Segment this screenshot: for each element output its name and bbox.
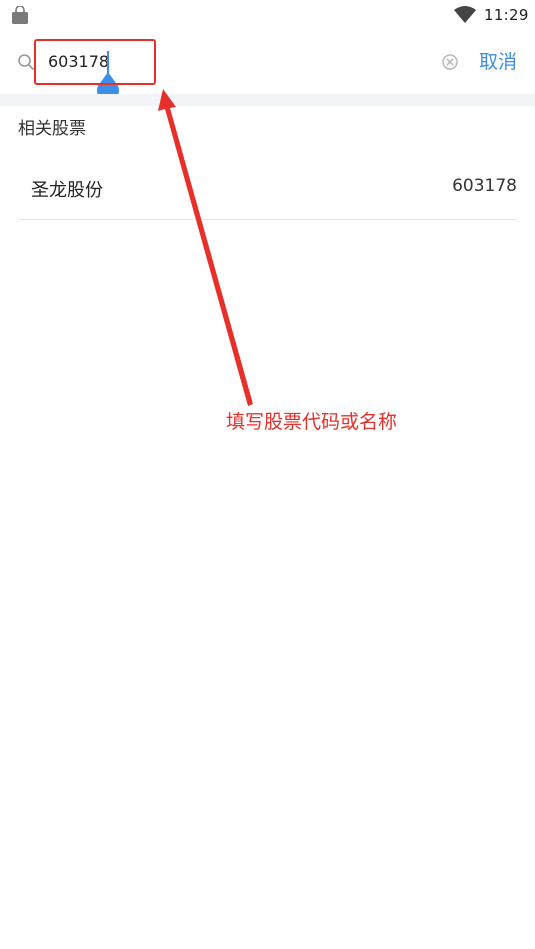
- status-bar: 11:29: [0, 0, 535, 30]
- stock-result-row[interactable]: 圣龙股份 603178: [18, 162, 517, 220]
- shopping-bag-icon: [12, 6, 28, 24]
- search-icon: [18, 54, 34, 70]
- annotation-arrow: [158, 89, 253, 406]
- search-screen: 11:29 取消 相关股票 圣龙股份 603178 填写股票代码或名称: [0, 0, 535, 949]
- stock-name: 圣龙股份: [31, 180, 103, 201]
- section-divider: [0, 94, 535, 106]
- status-time: 11:29: [484, 6, 529, 24]
- section-title: 相关股票: [18, 119, 86, 139]
- stock-code: 603178: [452, 176, 517, 196]
- wifi-icon: [454, 6, 476, 23]
- search-bar: 取消: [0, 30, 535, 102]
- cancel-button[interactable]: 取消: [472, 46, 524, 78]
- text-cursor: [107, 51, 109, 73]
- clear-icon[interactable]: [441, 53, 459, 71]
- annotation-text: 填写股票代码或名称: [226, 411, 398, 433]
